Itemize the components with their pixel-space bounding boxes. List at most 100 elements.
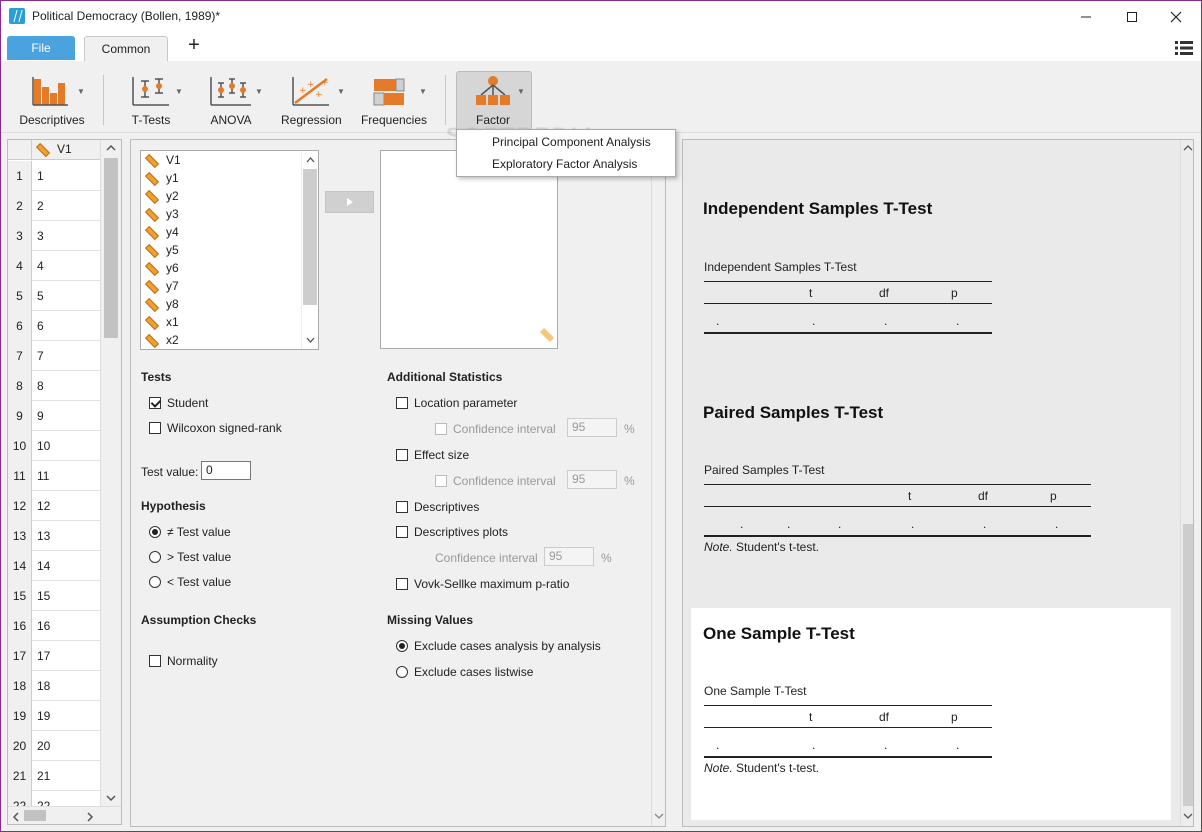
cell-value[interactable]: 3 — [37, 221, 44, 251]
checkbox[interactable] — [435, 475, 447, 487]
selected-variables-list[interactable] — [380, 150, 558, 349]
scroll-left-icon[interactable] — [12, 812, 20, 822]
location-ci-input[interactable]: 95 — [567, 418, 617, 437]
location-parameter-checkbox[interactable]: Location parameter — [396, 396, 517, 410]
table-row[interactable]: 10 10 — [8, 431, 100, 461]
cell-value[interactable]: 6 — [37, 311, 44, 341]
radio[interactable] — [396, 666, 408, 678]
cell-value[interactable]: 7 — [37, 341, 44, 371]
close-button[interactable] — [1153, 1, 1199, 32]
normality-checkbox[interactable]: Normality — [149, 654, 218, 668]
checkbox[interactable] — [396, 526, 408, 538]
tab-file[interactable]: File — [7, 36, 75, 60]
hypothesis-lt-radio[interactable]: < Test value — [149, 575, 231, 589]
tab-common[interactable]: Common — [84, 36, 168, 61]
table-row[interactable]: 11 11 — [8, 461, 100, 491]
cell-value[interactable]: 21 — [37, 761, 50, 791]
factor-button[interactable]: ▼ Factor — [463, 71, 525, 129]
table-row[interactable]: 44 — [8, 251, 100, 281]
scroll-up-icon[interactable] — [106, 144, 116, 152]
table-row[interactable]: 11 — [8, 161, 100, 191]
radio-selected[interactable] — [149, 526, 161, 538]
student-checkbox[interactable]: Student — [149, 396, 208, 410]
column-header-v1[interactable]: V1 — [35, 142, 72, 157]
location-ci-checkbox[interactable]: Confidence interval — [435, 422, 556, 436]
table-row[interactable]: 16 16 — [8, 611, 100, 641]
cell-value[interactable]: 13 — [37, 521, 50, 551]
cell-value[interactable]: 1 — [37, 161, 44, 191]
vovk-sellke-checkbox[interactable]: Vovk-Sellke maximum p-ratio — [396, 577, 569, 591]
minimize-button[interactable] — [1063, 1, 1109, 32]
table-row[interactable]: 77 — [8, 341, 100, 371]
table-row[interactable]: 21 21 — [8, 761, 100, 791]
frequencies-button[interactable]: ▼ Frequencies — [359, 71, 429, 129]
list-item[interactable]: V1 — [144, 153, 181, 171]
menu-item-efa[interactable]: Exploratory Factor Analysis — [492, 157, 637, 177]
cell-value[interactable]: 9 — [37, 401, 44, 431]
scrollbar-thumb[interactable] — [24, 810, 46, 821]
list-item[interactable]: x2 — [144, 333, 179, 351]
hypothesis-gt-radio[interactable]: > Test value — [149, 550, 231, 564]
list-item[interactable]: y7 — [144, 279, 179, 297]
cell-value[interactable]: 16 — [37, 611, 50, 641]
exclude-analysis-radio[interactable]: Exclude cases analysis by analysis — [396, 639, 601, 653]
checkbox[interactable] — [435, 423, 447, 435]
descriptives-plots-checkbox[interactable]: Descriptives plots — [396, 525, 508, 539]
list-item[interactable]: y3 — [144, 207, 179, 225]
table-row[interactable]: 22 — [8, 191, 100, 221]
scroll-down-icon[interactable] — [654, 812, 664, 820]
test-value-input[interactable]: 0 — [201, 461, 251, 480]
cell-value[interactable]: 4 — [37, 251, 44, 281]
hypothesis-neq-radio[interactable]: ≠ Test value — [149, 525, 231, 539]
effect-size-checkbox[interactable]: Effect size — [396, 448, 469, 462]
table-row[interactable]: 99 — [8, 401, 100, 431]
cell-value[interactable]: 20 — [37, 731, 50, 761]
radio[interactable] — [149, 576, 161, 588]
cell-value[interactable]: 11 — [37, 461, 49, 491]
available-variables-list[interactable]: V1 y1 y2 y3 y4 y5 y6 y7 y8 x1 x2 — [140, 150, 319, 350]
cell-value[interactable]: 18 — [37, 671, 50, 701]
list-item[interactable]: x1 — [144, 315, 179, 333]
cell-value[interactable]: 17 — [37, 641, 50, 671]
table-row[interactable]: 14 14 — [8, 551, 100, 581]
table-row[interactable]: 66 — [8, 311, 100, 341]
scrollbar-thumb[interactable] — [104, 158, 118, 338]
move-variable-button[interactable] — [325, 191, 374, 213]
list-item[interactable]: y5 — [144, 243, 179, 261]
wilcoxon-checkbox[interactable]: Wilcoxon signed-rank — [149, 421, 282, 435]
cell-value[interactable]: 10 — [37, 431, 50, 461]
cell-value[interactable]: 15 — [37, 581, 50, 611]
table-row[interactable]: 15 15 — [8, 581, 100, 611]
menu-list-icon[interactable] — [1175, 41, 1193, 55]
list-item[interactable]: y8 — [144, 297, 179, 315]
table-row[interactable]: 13 13 — [8, 521, 100, 551]
data-grid-horizontal-scrollbar[interactable] — [8, 806, 121, 824]
list-item[interactable]: y4 — [144, 225, 179, 243]
cell-value[interactable]: 12 — [37, 491, 50, 521]
cell-value[interactable]: 19 — [37, 701, 50, 731]
scroll-up-icon[interactable] — [306, 156, 315, 163]
scrollbar-thumb[interactable] — [1183, 524, 1193, 806]
regression-button[interactable]: + + + + ▼ Regression — [281, 71, 345, 129]
table-row[interactable]: 55 — [8, 281, 100, 311]
table-row[interactable]: 33 — [8, 221, 100, 251]
list-item[interactable]: y6 — [144, 261, 179, 279]
scroll-down-icon[interactable] — [1183, 812, 1193, 820]
maximize-button[interactable] — [1109, 1, 1155, 32]
table-row[interactable]: 12 12 — [8, 491, 100, 521]
checkbox[interactable] — [396, 449, 408, 461]
checkbox[interactable] — [396, 397, 408, 409]
radio-selected[interactable] — [396, 640, 408, 652]
menu-item-pca[interactable]: Principal Component Analysis — [492, 135, 651, 155]
table-row[interactable]: 88 — [8, 371, 100, 401]
data-grid-vertical-scrollbar[interactable] — [100, 140, 121, 806]
scroll-right-icon[interactable] — [86, 812, 94, 822]
radio[interactable] — [149, 551, 161, 563]
exclude-listwise-radio[interactable]: Exclude cases listwise — [396, 665, 533, 679]
list-item[interactable]: y1 — [144, 171, 179, 189]
table-row[interactable]: 17 17 — [8, 641, 100, 671]
table-row[interactable]: 18 18 — [8, 671, 100, 701]
cell-value[interactable]: 14 — [37, 551, 50, 581]
descriptives-checkbox[interactable]: Descriptives — [396, 500, 479, 514]
effect-size-ci-input[interactable]: 95 — [567, 470, 617, 489]
